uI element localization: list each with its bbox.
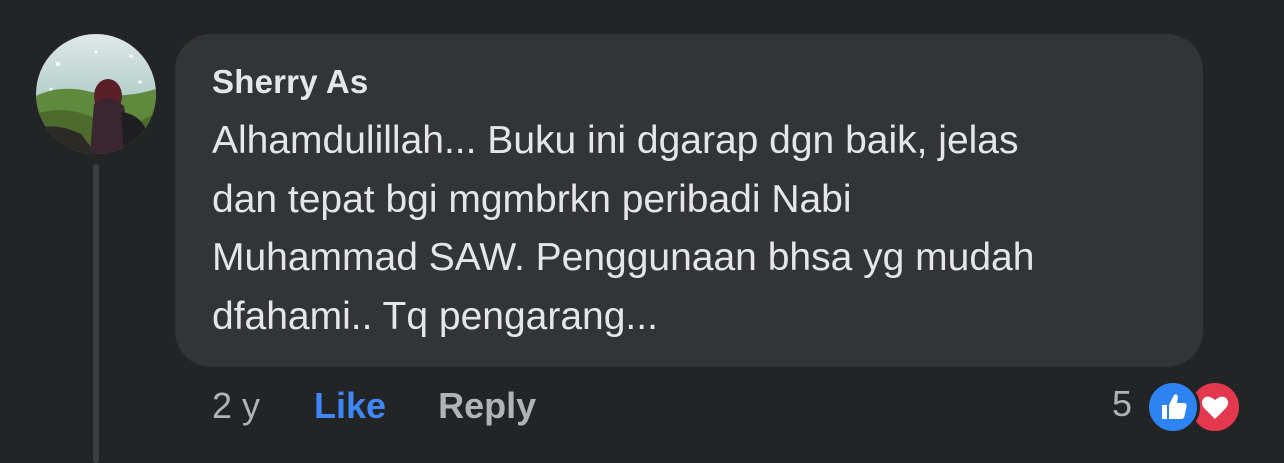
comment-text-line: Alhamdulillah... Buku ini dgarap dgn bai… xyxy=(212,119,1019,162)
reaction-count: 5 xyxy=(1112,383,1133,424)
like-button[interactable]: Like xyxy=(314,385,386,427)
comment-text: Alhamdulillah... Buku ini dgarap dgn bai… xyxy=(212,112,1172,346)
comment-text-line: dan tepat bgi mgmbrkn peribadi Nabi xyxy=(212,177,852,221)
comment-timestamp[interactable]: 2 y xyxy=(212,385,260,427)
comment: Sherry As Alhamdulillah... Buku ini dgar… xyxy=(0,0,1284,463)
comment-text-line: Muhammad SAW. Penggunaan bhsa yg mudah xyxy=(212,236,1035,279)
like-reaction-icon xyxy=(1146,380,1201,434)
comment-bubble: Sherry As Alhamdulillah... Buku ini dgar… xyxy=(175,34,1203,367)
reactions-summary[interactable]: 5 xyxy=(1112,378,1244,434)
avatar[interactable] xyxy=(36,34,156,154)
thread-line xyxy=(93,164,99,463)
reply-button[interactable]: Reply xyxy=(438,385,536,427)
reaction-icons xyxy=(1146,378,1244,434)
comment-text-line: dfahami.. Tq pengarang... xyxy=(212,294,658,338)
avatar-photo xyxy=(36,34,156,154)
comment-author[interactable]: Sherry As xyxy=(212,62,1167,102)
comment-actions: 2 y Like Reply xyxy=(212,383,536,429)
